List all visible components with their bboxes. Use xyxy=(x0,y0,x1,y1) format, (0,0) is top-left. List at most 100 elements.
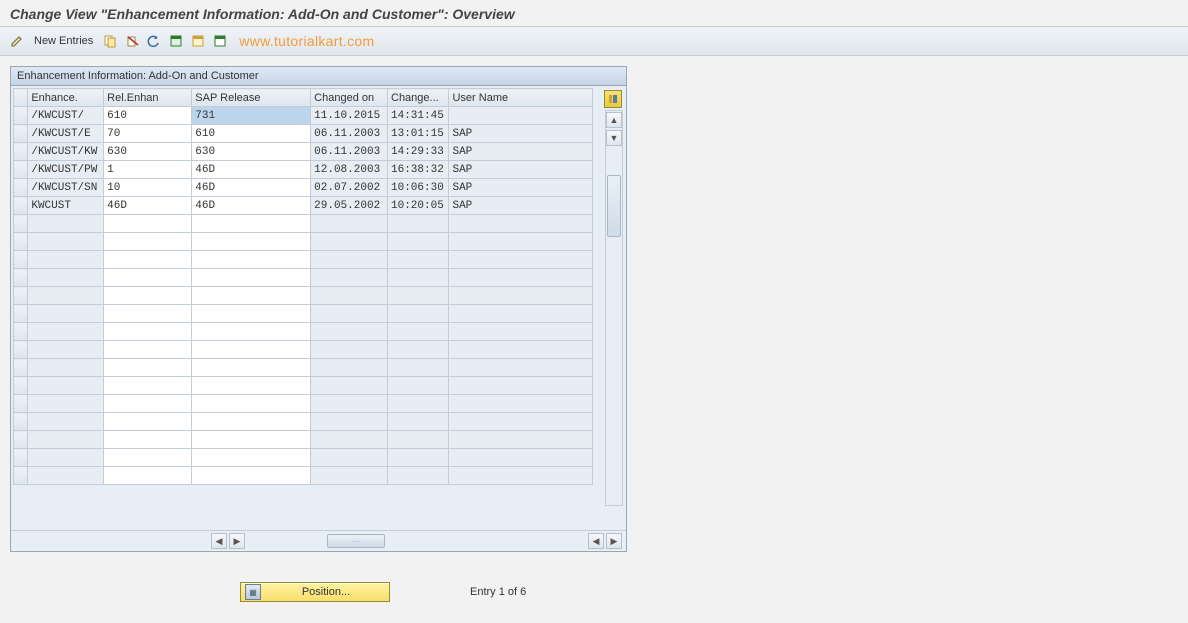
cell-rel-enhan[interactable] xyxy=(104,359,192,377)
cell-rel-enhan[interactable]: 46D xyxy=(104,197,192,215)
cell-rel-enhan[interactable]: 70 xyxy=(104,125,192,143)
cell-rel-enhan[interactable] xyxy=(104,431,192,449)
row-selector[interactable] xyxy=(14,467,28,485)
cell-sap-release[interactable] xyxy=(192,395,311,413)
cell-user-name xyxy=(449,215,593,233)
cell-rel-enhan[interactable] xyxy=(104,395,192,413)
hscroll-left2-icon[interactable]: ◀ xyxy=(588,533,604,549)
row-selector-header[interactable] xyxy=(14,89,28,107)
cell-sap-release[interactable]: 731 xyxy=(192,107,311,125)
deselect-all-icon[interactable] xyxy=(211,32,229,50)
sap-window: Change View "Enhancement Information: Ad… xyxy=(0,0,1188,623)
cell-sap-release[interactable]: 46D xyxy=(192,179,311,197)
col-header-rel-enhan[interactable]: Rel.Enhan xyxy=(104,89,192,107)
vertical-scrollbar[interactable]: ▲ ▼ xyxy=(605,110,623,506)
scroll-down-icon[interactable]: ▼ xyxy=(606,130,622,146)
cell-sap-release[interactable] xyxy=(192,287,311,305)
row-selector[interactable] xyxy=(14,287,28,305)
col-header-user-name[interactable]: User Name xyxy=(449,89,593,107)
select-block-icon[interactable] xyxy=(189,32,207,50)
hscroll-thumb[interactable]: ⋯ xyxy=(327,534,385,548)
undo-icon[interactable] xyxy=(145,32,163,50)
cell-sap-release[interactable] xyxy=(192,323,311,341)
cell-rel-enhan[interactable] xyxy=(104,341,192,359)
row-selector[interactable] xyxy=(14,269,28,287)
cell-rel-enhan[interactable]: 630 xyxy=(104,143,192,161)
cell-rel-enhan[interactable] xyxy=(104,305,192,323)
row-selector[interactable] xyxy=(14,431,28,449)
row-selector[interactable] xyxy=(14,143,28,161)
cell-rel-enhan[interactable] xyxy=(104,233,192,251)
row-selector[interactable] xyxy=(14,125,28,143)
cell-rel-enhan[interactable]: 610 xyxy=(104,107,192,125)
cell-rel-enhan[interactable] xyxy=(104,287,192,305)
cell-sap-release[interactable] xyxy=(192,413,311,431)
cell-sap-release[interactable] xyxy=(192,467,311,485)
cell-rel-enhan[interactable]: 10 xyxy=(104,179,192,197)
cell-sap-release[interactable] xyxy=(192,359,311,377)
row-selector[interactable] xyxy=(14,359,28,377)
hscroll-left-icon[interactable]: ◀ xyxy=(211,533,227,549)
cell-sap-release[interactable] xyxy=(192,305,311,323)
cell-enhance xyxy=(28,449,104,467)
cell-sap-release[interactable] xyxy=(192,431,311,449)
cell-sap-release[interactable] xyxy=(192,215,311,233)
vscroll-thumb[interactable] xyxy=(607,175,621,237)
row-selector[interactable] xyxy=(14,215,28,233)
cell-sap-release[interactable] xyxy=(192,269,311,287)
cell-sap-release[interactable]: 46D xyxy=(192,197,311,215)
toggle-change-icon[interactable] xyxy=(8,32,26,50)
row-selector[interactable] xyxy=(14,251,28,269)
cell-rel-enhan[interactable]: 1 xyxy=(104,161,192,179)
cell-rel-enhan[interactable] xyxy=(104,215,192,233)
row-selector[interactable] xyxy=(14,107,28,125)
row-selector[interactable] xyxy=(14,377,28,395)
cell-sap-release[interactable] xyxy=(192,341,311,359)
row-selector[interactable] xyxy=(14,197,28,215)
cell-sap-release[interactable] xyxy=(192,233,311,251)
row-selector[interactable] xyxy=(14,395,28,413)
col-header-changed-on[interactable]: Changed on xyxy=(311,89,388,107)
hscroll-right-icon[interactable]: ▶ xyxy=(229,533,245,549)
cell-rel-enhan[interactable] xyxy=(104,377,192,395)
hscroll-right2-icon[interactable]: ▶ xyxy=(606,533,622,549)
cell-sap-release[interactable] xyxy=(192,251,311,269)
col-header-changed-at[interactable]: Change... xyxy=(388,89,449,107)
cell-changed-on xyxy=(311,305,388,323)
cell-sap-release[interactable]: 610 xyxy=(192,125,311,143)
cell-enhance xyxy=(28,287,104,305)
select-all-icon[interactable] xyxy=(167,32,185,50)
delete-icon[interactable] xyxy=(123,32,141,50)
table-settings-icon[interactable] xyxy=(604,90,622,108)
cell-sap-release[interactable]: 630 xyxy=(192,143,311,161)
col-header-sap-release[interactable]: SAP Release xyxy=(192,89,311,107)
cell-enhance xyxy=(28,377,104,395)
cell-sap-release[interactable] xyxy=(192,377,311,395)
row-selector[interactable] xyxy=(14,305,28,323)
scroll-up-icon[interactable]: ▲ xyxy=(606,112,622,128)
row-selector[interactable] xyxy=(14,161,28,179)
table-row: /KWCUST/E7061006.11.200313:01:15SAP xyxy=(14,125,593,143)
col-header-enhance[interactable]: Enhance. xyxy=(28,89,104,107)
row-selector[interactable] xyxy=(14,179,28,197)
cell-rel-enhan[interactable] xyxy=(104,251,192,269)
cell-rel-enhan[interactable] xyxy=(104,323,192,341)
row-selector[interactable] xyxy=(14,341,28,359)
grid-wrap: Enhance. Rel.Enhan SAP Release Changed o… xyxy=(11,86,626,530)
cell-rel-enhan[interactable] xyxy=(104,413,192,431)
row-selector[interactable] xyxy=(14,323,28,341)
cell-rel-enhan[interactable] xyxy=(104,269,192,287)
cell-rel-enhan[interactable] xyxy=(104,449,192,467)
position-button[interactable]: ▦ Position... xyxy=(240,582,390,602)
table-row: /KWCUST/61073111.10.201514:31:45 xyxy=(14,107,593,125)
cell-sap-release[interactable]: 46D xyxy=(192,161,311,179)
cell-sap-release[interactable] xyxy=(192,449,311,467)
copy-as-icon[interactable] xyxy=(101,32,119,50)
row-selector[interactable] xyxy=(14,413,28,431)
row-selector[interactable] xyxy=(14,449,28,467)
table-row: KWCUST46D46D29.05.200210:20:05SAP xyxy=(14,197,593,215)
cell-rel-enhan[interactable] xyxy=(104,467,192,485)
row-selector[interactable] xyxy=(14,233,28,251)
cell-user-name xyxy=(449,341,593,359)
new-entries-button[interactable]: New Entries xyxy=(30,33,97,49)
